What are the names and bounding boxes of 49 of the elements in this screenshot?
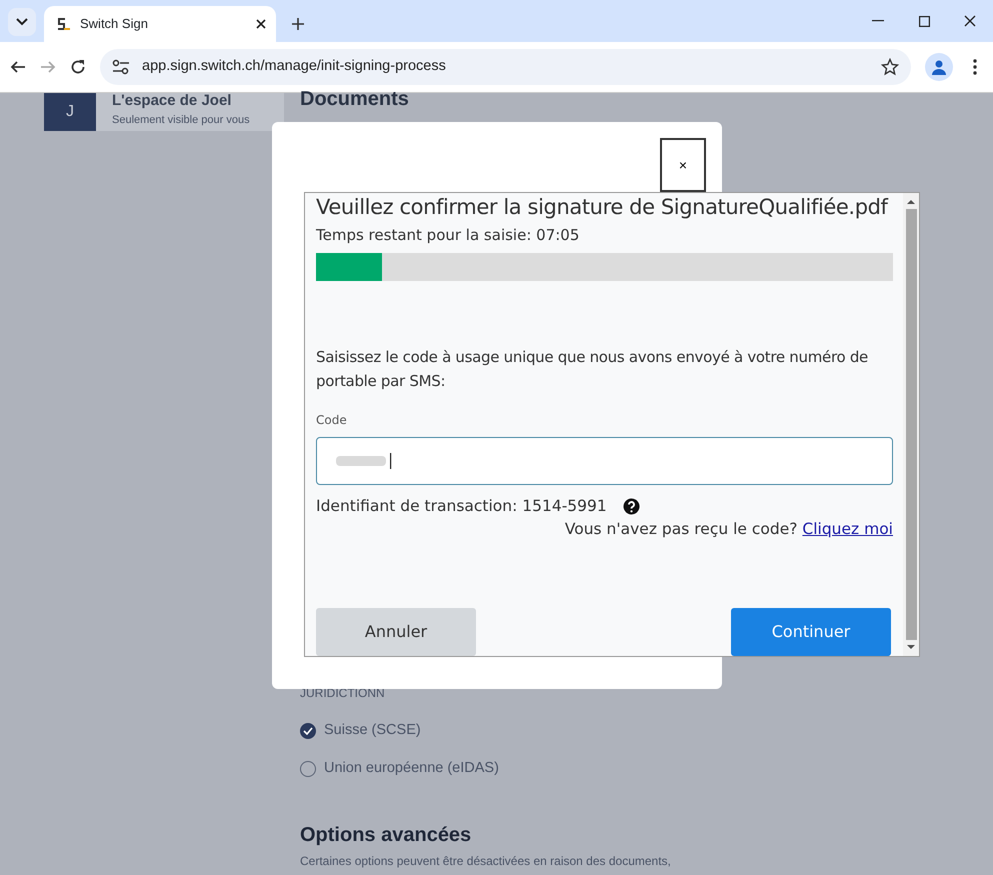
back-arrow-icon bbox=[10, 59, 26, 75]
close-tab-button[interactable] bbox=[256, 19, 266, 29]
close-button[interactable]: × bbox=[660, 138, 706, 192]
person-icon bbox=[931, 59, 947, 75]
cancel-button[interactable]: Annuler bbox=[316, 608, 476, 656]
help-icon[interactable] bbox=[622, 498, 640, 515]
workspace-card[interactable]: J L'espace de Joel Seulement visible pour vous bbox=[44, 93, 284, 131]
check-icon bbox=[303, 726, 313, 735]
resend-link[interactable]: Cliquez moi bbox=[802, 520, 893, 538]
reload-icon bbox=[70, 59, 86, 75]
resend-prompt: Vous n'avez pas reçu le code? bbox=[564, 520, 798, 538]
plus-icon bbox=[291, 17, 305, 31]
close-icon bbox=[964, 15, 976, 27]
site-settings-icon bbox=[112, 59, 130, 75]
reload-button[interactable] bbox=[70, 59, 86, 75]
option-label: Union européenne (eIDAS) bbox=[324, 758, 499, 778]
maximize-icon bbox=[918, 16, 930, 26]
browser-tab[interactable]: Switch Sign bbox=[44, 6, 276, 42]
radio-button[interactable] bbox=[300, 722, 316, 739]
workspace-avatar: J bbox=[44, 93, 96, 131]
field-label: Code bbox=[316, 412, 348, 429]
option-label: Suisse (SCSE) bbox=[324, 721, 421, 740]
forward-arrow-icon bbox=[40, 59, 56, 75]
workspace-subtitle: Seulement visible pour vous bbox=[112, 113, 250, 128]
transaction-id: Identifiant de transaction: 1514-5991 bbox=[316, 496, 607, 517]
timer-text: Temps restant pour la saisie: 07:05 bbox=[316, 225, 580, 246]
section-label: JURIDICTIONN bbox=[300, 685, 386, 702]
code-field[interactable] bbox=[316, 436, 893, 485]
scrollbar[interactable] bbox=[903, 193, 919, 656]
dialog-title: Veuillez confirmer la signature de SignatureQualifiée.pdf bbox=[316, 195, 890, 220]
profile-button[interactable] bbox=[925, 53, 953, 81]
close-icon bbox=[256, 19, 266, 29]
more-icon bbox=[973, 59, 977, 75]
workspace-name: L'espace de Joel bbox=[112, 93, 232, 108]
radio-button[interactable] bbox=[300, 760, 316, 777]
caret-icon bbox=[16, 18, 28, 26]
back-button[interactable] bbox=[10, 59, 26, 75]
instruction-text: Saisissez le code à usage unique que nous avons envoyé à votre numéro de portable par SMS: bbox=[316, 346, 869, 392]
address-bar[interactable]: app.sign.switch.ch/manage/init-signing-process bbox=[100, 49, 911, 85]
minimize-icon bbox=[872, 20, 884, 22]
redacted-value bbox=[335, 452, 393, 469]
scroll-up-icon[interactable] bbox=[907, 199, 915, 205]
continue-button[interactable]: Continuer bbox=[731, 608, 891, 656]
bookmark-star-icon[interactable] bbox=[881, 58, 899, 76]
tab-list-button[interactable] bbox=[8, 8, 36, 36]
section-description: Certaines options peuvent être désactivées en raison des documents, bbox=[300, 852, 672, 870]
scroll-down-icon[interactable] bbox=[907, 644, 915, 650]
section-heading: Options avancées bbox=[300, 822, 472, 848]
section-heading: Documents bbox=[300, 89, 409, 112]
